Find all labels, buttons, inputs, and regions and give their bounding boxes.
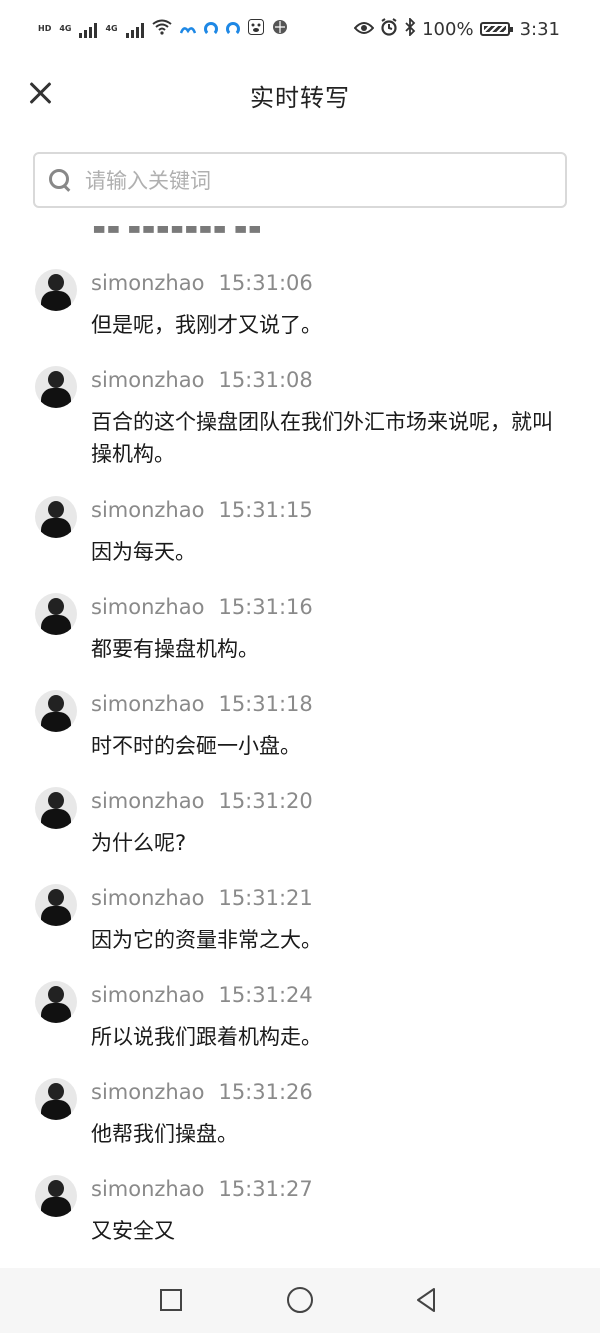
app-notification-icon (179, 20, 196, 39)
top-header: 实时转写 (0, 58, 600, 130)
network-4g-label-1: 4G (59, 24, 72, 33)
scrolled-off-row: ▪▪ ▪▪▪▪▪▪▪ ▪▪ (92, 226, 262, 238)
username: simonzhao (91, 595, 205, 619)
message-meta: simonzhao 15:31:26 (91, 1080, 313, 1104)
transcript-item: simonzhao 15:31:08 百合的这个操盘团队在我们外汇市场来说呢，就叫… (0, 362, 600, 492)
username: simonzhao (91, 498, 205, 522)
username: simonzhao (91, 692, 205, 716)
transcript-list[interactable]: simonzhao 15:31:06 但是呢，我刚才又说了。 simonzhao 1… (0, 265, 600, 1268)
message-text: 都要有操盘机构。 (91, 637, 259, 661)
message-meta: simonzhao 15:31:21 (91, 886, 313, 910)
message-text: 他帮我们操盘。 (91, 1122, 238, 1146)
avatar[interactable] (35, 366, 77, 408)
message-text: 百合的这个操盘团队在我们外汇市场来说呢，就叫操机构。 (91, 410, 553, 466)
avatar[interactable] (35, 690, 77, 732)
network-4g-label-2: 4G (105, 24, 118, 33)
clock-time: 3:31 (519, 18, 560, 40)
bluetooth-icon (404, 16, 416, 40)
avatar[interactable] (35, 1175, 77, 1217)
transcript-item: simonzhao 15:31:06 但是呢，我刚才又说了。 (0, 265, 600, 362)
page-title: 实时转写 (250, 84, 350, 112)
timestamp: 15:31:21 (218, 886, 313, 910)
transcript-item: simonzhao 15:31:24 所以说我们跟着机构走。 (0, 977, 600, 1074)
search-box[interactable] (33, 152, 567, 208)
message-meta: simonzhao 15:31:18 (91, 692, 313, 716)
battery-icon (479, 22, 513, 36)
message-text: 因为它的资量非常之大。 (91, 928, 322, 952)
timestamp: 15:31:15 (218, 498, 313, 522)
avatar[interactable] (35, 787, 77, 829)
message-meta: simonzhao 15:31:06 (91, 271, 313, 295)
message-meta: simonzhao 15:31:20 (91, 789, 313, 813)
home-icon[interactable] (287, 1287, 313, 1313)
avatar[interactable] (35, 496, 77, 538)
back-icon[interactable] (414, 1287, 440, 1313)
status-bar: HD 4G 4G 100% 3:31 (0, 0, 600, 58)
search-input[interactable] (83, 162, 557, 200)
sim-hd-indicator: HD (38, 24, 52, 33)
battery-percent: 100% (422, 18, 474, 40)
message-meta: simonzhao 15:31:27 (91, 1177, 313, 1201)
transcript-item: simonzhao 15:31:21 因为它的资量非常之大。 (0, 880, 600, 977)
message-text: 时不时的会砸一小盘。 (91, 734, 301, 758)
username: simonzhao (91, 368, 205, 392)
message-text: 为什么呢? (91, 831, 187, 855)
avatar[interactable] (35, 1078, 77, 1120)
username: simonzhao (91, 886, 205, 910)
avatar[interactable] (35, 981, 77, 1023)
timestamp: 15:31:27 (218, 1177, 313, 1201)
message-text: 因为每天。 (91, 540, 196, 564)
timestamp: 15:31:08 (218, 368, 313, 392)
message-text: 又安全又 (91, 1219, 175, 1243)
username: simonzhao (91, 1177, 205, 1201)
avatar[interactable] (35, 593, 77, 635)
transcript-item: simonzhao 15:31:16 都要有操盘机构。 (0, 589, 600, 686)
system-nav-bar (0, 1268, 600, 1333)
status-right: 100% 3:31 (353, 14, 560, 44)
transcript-item: simonzhao 15:31:20 为什么呢? (0, 783, 600, 880)
status-left: HD 4G 4G (38, 14, 288, 44)
message-text: 但是呢，我刚才又说了。 (91, 313, 322, 337)
username: simonzhao (91, 983, 205, 1007)
message-text: 所以说我们跟着机构走。 (91, 1025, 322, 1049)
message-meta: simonzhao 15:31:16 (91, 595, 313, 619)
message-meta: simonzhao 15:31:08 (91, 368, 313, 392)
signal-icon-2 (125, 20, 144, 38)
globe-app-icon (272, 19, 288, 39)
timestamp: 15:31:16 (218, 595, 313, 619)
paw-app-icon (247, 19, 264, 39)
timestamp: 15:31:18 (218, 692, 313, 716)
avatar[interactable] (35, 884, 77, 926)
avatar[interactable] (35, 269, 77, 311)
username: simonzhao (91, 789, 205, 813)
transcript-item: simonzhao 15:31:26 他帮我们操盘。 (0, 1074, 600, 1171)
timestamp: 15:31:26 (218, 1080, 313, 1104)
eye-icon (353, 20, 375, 39)
wifi-icon (152, 19, 172, 39)
username: simonzhao (91, 271, 205, 295)
timestamp: 15:31:06 (218, 271, 313, 295)
message-meta: simonzhao 15:31:15 (91, 498, 313, 522)
timestamp: 15:31:24 (218, 983, 313, 1007)
alarm-icon (380, 18, 398, 40)
transcript-item: simonzhao 15:31:15 因为每天。 (0, 492, 600, 589)
transcript-item: simonzhao 15:31:18 时不时的会砸一小盘。 (0, 686, 600, 783)
timestamp: 15:31:20 (218, 789, 313, 813)
recent-apps-icon[interactable] (160, 1289, 182, 1311)
username: simonzhao (91, 1080, 205, 1104)
message-meta: simonzhao 15:31:24 (91, 983, 313, 1007)
transcript-item: simonzhao 15:31:27 又安全又 (0, 1171, 600, 1268)
app-notification-icon-3 (225, 22, 240, 36)
app-notification-icon-2 (203, 22, 218, 36)
signal-icon-1 (79, 20, 98, 38)
search-icon (49, 169, 71, 191)
